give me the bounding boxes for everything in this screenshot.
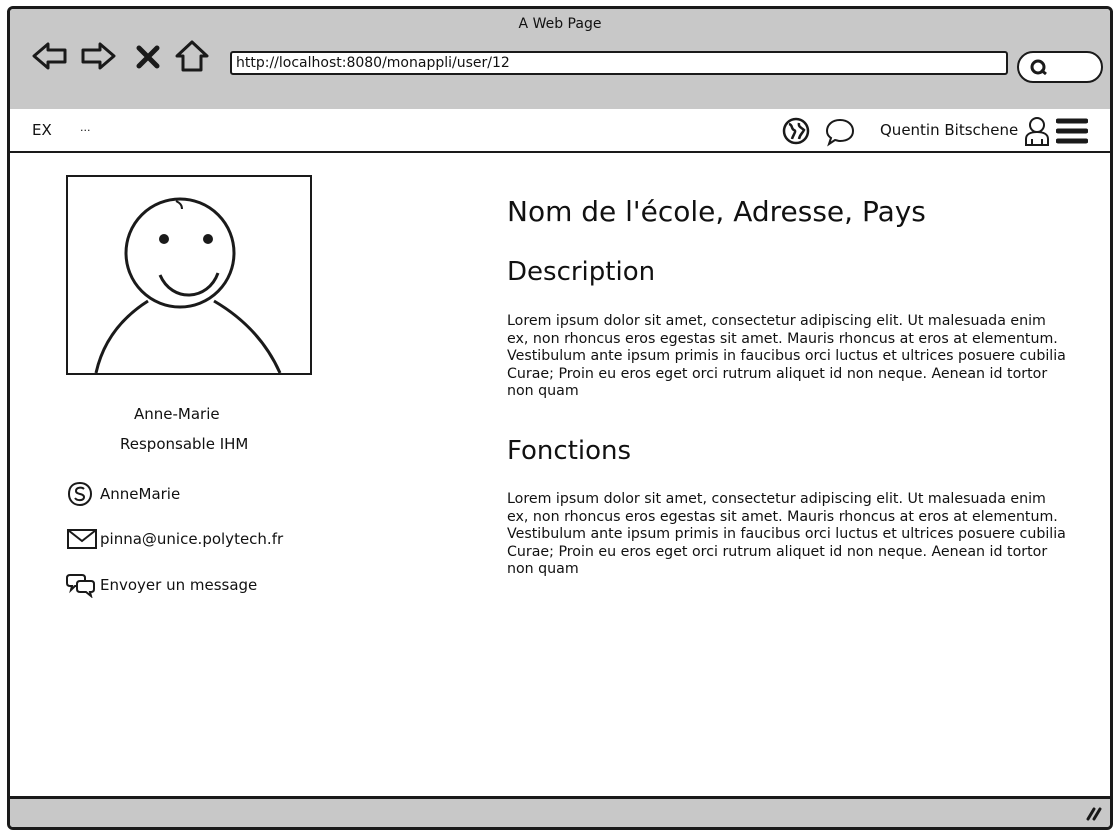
profile-role: Responsable IHM xyxy=(120,435,249,453)
email-address[interactable]: pinna@unice.polytech.fr xyxy=(100,530,283,548)
url-input[interactable]: http://localhost:8080/monappli/user/12 xyxy=(230,51,1008,75)
search-button[interactable] xyxy=(1017,51,1103,83)
skype-icon xyxy=(66,481,100,507)
description-heading: Description xyxy=(507,257,656,287)
skype-contact[interactable]: AnneMarie xyxy=(66,481,180,507)
user-name[interactable]: Quentin Bitschene xyxy=(880,121,1018,139)
send-message-link[interactable]: Envoyer un message xyxy=(66,572,257,598)
functions-heading: Fonctions xyxy=(507,436,632,466)
skype-username[interactable]: AnneMarie xyxy=(100,485,180,503)
send-message-label[interactable]: Envoyer un message xyxy=(100,576,257,594)
chat-bubble-icon[interactable] xyxy=(824,117,856,151)
browser-chrome: A Web Page http://localhost:8080/monappl… xyxy=(10,9,1110,112)
browser-window: A Web Page http://localhost:8080/monappl… xyxy=(7,6,1113,830)
description-text: Lorem ipsum dolor sit amet, consectetur … xyxy=(507,313,1066,399)
user-icon[interactable] xyxy=(1024,115,1050,151)
profile-name: Anne-Marie xyxy=(134,405,220,423)
window-title: A Web Page xyxy=(518,16,602,32)
profile-photo xyxy=(66,175,312,375)
brand-logo[interactable]: EX xyxy=(32,121,52,139)
functions-text: Lorem ipsum dolor sit amet, consectetur … xyxy=(507,491,1066,577)
email-contact[interactable]: pinna@unice.polytech.fr xyxy=(66,526,283,552)
app-menubar: EX ... Quentin Bitschene xyxy=(10,109,1110,153)
status-bar xyxy=(10,796,1110,827)
home-icon[interactable] xyxy=(174,39,209,73)
chat-bubbles-icon xyxy=(66,572,100,598)
search-icon xyxy=(1030,59,1047,76)
hamburger-menu-icon[interactable] xyxy=(1055,117,1089,149)
arrow-left-icon[interactable] xyxy=(32,39,67,73)
menu-ellipsis[interactable]: ... xyxy=(80,121,91,134)
avatar xyxy=(94,197,282,373)
arrow-right-icon[interactable] xyxy=(80,39,116,73)
close-icon[interactable] xyxy=(136,45,170,79)
envelope-icon xyxy=(66,526,100,552)
globe-icon[interactable] xyxy=(780,117,812,149)
resize-grip-icon[interactable] xyxy=(1084,805,1102,825)
page-title: Nom de l'école, Adresse, Pays xyxy=(507,195,926,228)
